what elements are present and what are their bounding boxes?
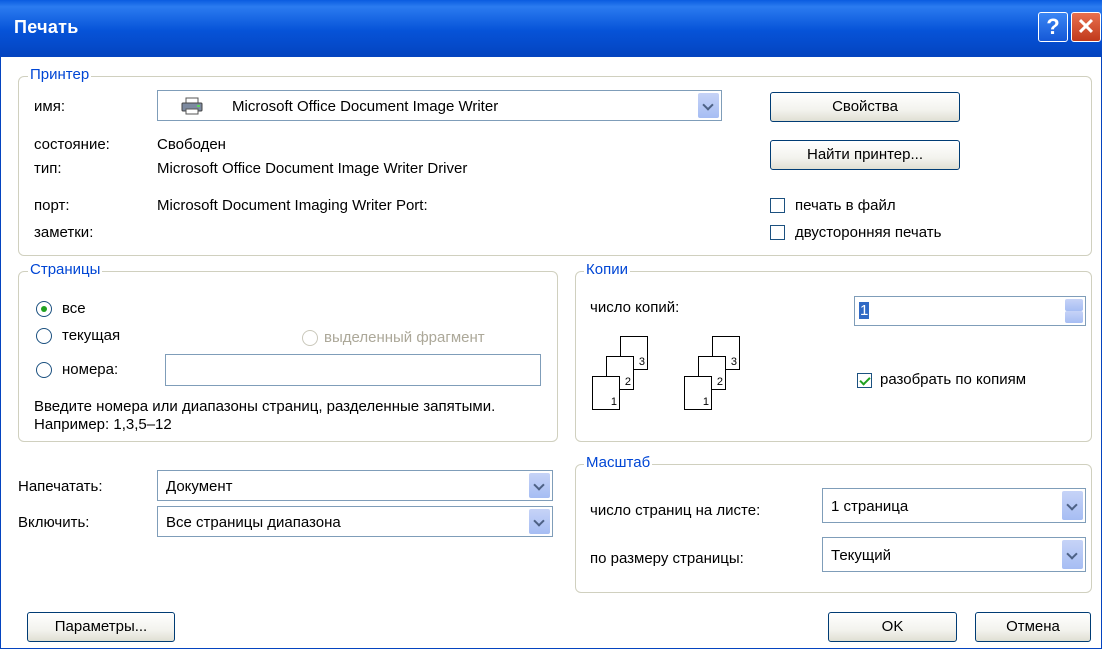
printer-port-value: Microsoft Document Imaging Writer Port: bbox=[157, 197, 428, 214]
pages-selection-radio[interactable] bbox=[302, 330, 318, 346]
chevron-down-icon[interactable] bbox=[1062, 540, 1083, 569]
include-select[interactable]: Все страницы диапазона bbox=[157, 506, 553, 537]
pages-per-sheet-label: число страниц на листе: bbox=[590, 502, 761, 519]
pages-current-radio[interactable] bbox=[36, 328, 52, 344]
printer-port-label: порт: bbox=[34, 197, 70, 214]
scale-select[interactable]: Текущий bbox=[822, 537, 1086, 572]
printer-name-label: имя: bbox=[34, 98, 65, 115]
scale-label: по размеру страницы: bbox=[590, 550, 744, 567]
pages-all-label[interactable]: все bbox=[62, 300, 86, 317]
window-title: Печать bbox=[14, 17, 79, 37]
print-to-file-checkbox[interactable] bbox=[770, 198, 785, 213]
printer-legend: Принтер bbox=[28, 66, 92, 83]
title-bar: Печать ? ✕ bbox=[0, 0, 1102, 56]
printer-name-value: Microsoft Office Document Image Writer bbox=[232, 98, 499, 115]
pages-per-sheet-select[interactable]: 1 страница bbox=[822, 488, 1086, 523]
pages-hint: Введите номера или диапазоны страниц, ра… bbox=[34, 398, 496, 433]
copies-count-input[interactable]: 1 bbox=[854, 296, 1086, 326]
pages-numbers-radio[interactable] bbox=[36, 362, 52, 378]
cancel-button[interactable]: Отмена bbox=[975, 612, 1091, 642]
zoom-group bbox=[575, 464, 1092, 593]
collate-checkbox[interactable] bbox=[857, 373, 872, 388]
print-what-select[interactable]: Документ bbox=[157, 470, 553, 501]
chevron-down-icon[interactable] bbox=[698, 93, 719, 118]
print-what-label: Напечатать: bbox=[18, 478, 103, 495]
printer-status-label: состояние: bbox=[34, 136, 110, 153]
scale-value: Текущий bbox=[831, 547, 891, 564]
collate-label[interactable]: разобрать по копиям bbox=[880, 371, 1026, 388]
pages-numbers-label[interactable]: номера: bbox=[62, 361, 118, 378]
chevron-down-icon[interactable] bbox=[1065, 311, 1083, 323]
pages-current-label[interactable]: текущая bbox=[62, 327, 120, 344]
pages-per-sheet-value: 1 страница bbox=[831, 498, 909, 515]
close-button[interactable]: ✕ bbox=[1071, 12, 1101, 42]
help-button[interactable]: ? bbox=[1038, 12, 1068, 42]
copies-legend: Копии bbox=[584, 261, 630, 278]
copies-count-value: 1 bbox=[859, 302, 870, 319]
zoom-legend: Масштаб bbox=[584, 454, 653, 471]
chevron-down-icon[interactable] bbox=[529, 509, 550, 534]
print-to-file-label[interactable]: печать в файл bbox=[795, 197, 896, 214]
print-what-value: Документ bbox=[166, 478, 233, 495]
pages-all-radio[interactable] bbox=[36, 301, 52, 317]
duplex-checkbox[interactable] bbox=[770, 225, 785, 240]
duplex-label[interactable]: двусторонняя печать bbox=[795, 224, 941, 241]
include-value: Все страницы диапазона bbox=[166, 514, 341, 531]
include-label: Включить: bbox=[18, 514, 90, 531]
chevron-up-icon[interactable] bbox=[1065, 299, 1083, 311]
pages-legend: Страницы bbox=[28, 261, 103, 278]
chevron-down-icon[interactable] bbox=[529, 473, 550, 498]
help-icon: ? bbox=[1046, 14, 1060, 39]
pages-numbers-input[interactable] bbox=[165, 354, 541, 386]
printer-icon bbox=[181, 97, 203, 115]
find-printer-button[interactable]: Найти принтер... bbox=[770, 140, 960, 170]
printer-type-label: тип: bbox=[34, 160, 62, 177]
printer-type-value: Microsoft Office Document Image Writer D… bbox=[157, 160, 468, 177]
pages-selection-label: выделенный фрагмент bbox=[324, 329, 485, 346]
options-button[interactable]: Параметры... bbox=[27, 612, 175, 642]
chevron-down-icon[interactable] bbox=[1062, 491, 1083, 520]
page-icon: 1 bbox=[592, 376, 620, 410]
properties-button[interactable]: Свойства bbox=[770, 92, 960, 122]
printer-name-select[interactable]: Microsoft Office Document Image Writer bbox=[157, 90, 722, 121]
printer-notes-label: заметки: bbox=[34, 224, 94, 241]
page-icon: 1 bbox=[684, 376, 712, 410]
close-icon: ✕ bbox=[1076, 14, 1096, 39]
copies-count-label: число копий: bbox=[590, 299, 680, 316]
printer-status-value: Свободен bbox=[157, 136, 226, 153]
ok-button[interactable]: OK bbox=[828, 612, 957, 642]
